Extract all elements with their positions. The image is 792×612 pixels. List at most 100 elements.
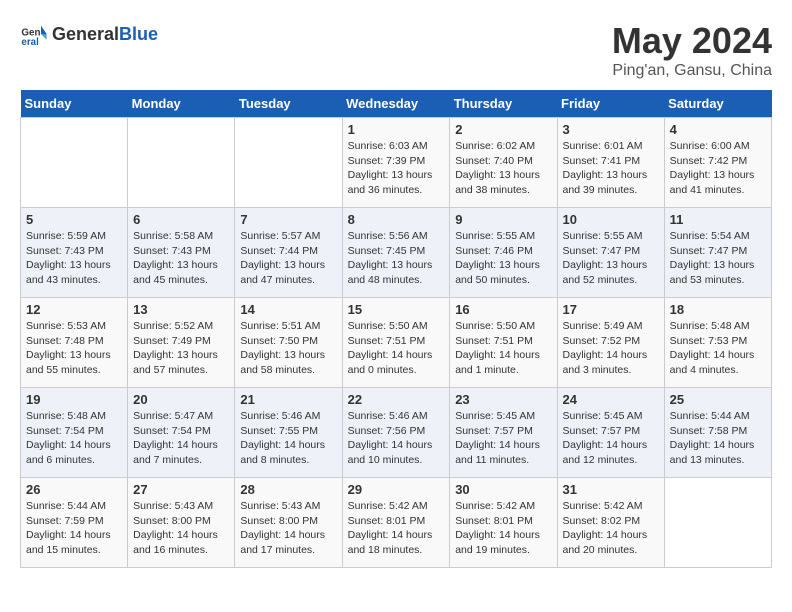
day-info: Sunrise: 5:45 AM Sunset: 7:57 PM Dayligh… [455,409,551,468]
day-number: 8 [348,212,445,227]
day-info: Sunrise: 5:48 AM Sunset: 7:54 PM Dayligh… [26,409,122,468]
calendar-cell: 14Sunrise: 5:51 AM Sunset: 7:50 PM Dayli… [235,298,342,388]
day-number: 14 [240,302,336,317]
calendar-cell: 15Sunrise: 5:50 AM Sunset: 7:51 PM Dayli… [342,298,450,388]
calendar-cell: 1Sunrise: 6:03 AM Sunset: 7:39 PM Daylig… [342,118,450,208]
day-info: Sunrise: 5:42 AM Sunset: 8:02 PM Dayligh… [563,499,659,558]
day-number: 30 [455,482,551,497]
day-info: Sunrise: 5:49 AM Sunset: 7:52 PM Dayligh… [563,319,659,378]
day-number: 29 [348,482,445,497]
calendar-cell: 22 Sunrise: 5:46 AM Sunset: 7:56 PM Dayli… [342,388,450,478]
calendar-cell: 5 Sunrise: 5:59 AM Sunset: 7:43 PM Daylig… [21,208,128,298]
calendar-week-4: 19 Sunrise: 5:48 AM Sunset: 7:54 PM Dayli… [21,388,772,478]
calendar-cell [21,118,128,208]
calendar-cell: 20 Sunrise: 5:47 AM Sunset: 7:54 PM Dayli… [128,388,235,478]
day-number: 20 [133,392,229,407]
day-info: Sunrise: 6:01 AM Sunset: 7:41 PM Dayligh… [563,139,659,198]
day-number: 12 [26,302,122,317]
day-number: 6 [133,212,229,227]
calendar-cell: 8 Sunrise: 5:56 AM Sunset: 7:45 PM Daylig… [342,208,450,298]
day-number: 21 [240,392,336,407]
calendar-cell: 17 Sunrise: 5:49 AM Sunset: 7:52 PM Dayli… [557,298,664,388]
calendar-cell: 12 Sunrise: 5:53 AM Sunset: 7:48 PM Dayli… [21,298,128,388]
day-number: 13 [133,302,229,317]
day-info: Sunrise: 5:53 AM Sunset: 7:48 PM Dayligh… [26,319,122,378]
day-header-tuesday: Tuesday [235,90,342,118]
day-number: 3 [563,122,659,137]
day-info: Sunrise: 5:46 AM Sunset: 7:56 PM Dayligh… [348,409,445,468]
day-header-sunday: Sunday [21,90,128,118]
day-number: 5 [26,212,122,227]
calendar-cell: 28Sunrise: 5:43 AM Sunset: 8:00 PM Dayli… [235,478,342,568]
header: Gen eral GeneralBlue May 2024 Ping'an, G… [20,20,772,80]
calendar-cell: 23 Sunrise: 5:45 AM Sunset: 7:57 PM Dayli… [450,388,557,478]
calendar-week-5: 26 Sunrise: 5:44 AM Sunset: 7:59 PM Dayli… [21,478,772,568]
day-number: 15 [348,302,445,317]
calendar-cell: 18Sunrise: 5:48 AM Sunset: 7:53 PM Dayli… [664,298,771,388]
day-number: 4 [670,122,766,137]
calendar-cell: 29 Sunrise: 5:42 AM Sunset: 8:01 PM Dayli… [342,478,450,568]
day-info: Sunrise: 5:42 AM Sunset: 8:01 PM Dayligh… [348,499,445,558]
day-info: Sunrise: 5:46 AM Sunset: 7:55 PM Dayligh… [240,409,336,468]
day-info: Sunrise: 5:45 AM Sunset: 7:57 PM Dayligh… [563,409,659,468]
calendar-cell: 25 Sunrise: 5:44 AM Sunset: 7:58 PM Dayli… [664,388,771,478]
day-info: Sunrise: 5:44 AM Sunset: 7:58 PM Dayligh… [670,409,766,468]
day-info: Sunrise: 5:47 AM Sunset: 7:54 PM Dayligh… [133,409,229,468]
day-number: 18 [670,302,766,317]
svg-text:eral: eral [21,37,39,48]
day-info: Sunrise: 5:55 AM Sunset: 7:47 PM Dayligh… [563,229,659,288]
day-header-wednesday: Wednesday [342,90,450,118]
day-info: Sunrise: 6:02 AM Sunset: 7:40 PM Dayligh… [455,139,551,198]
subtitle: Ping'an, Gansu, China [612,62,772,80]
day-info: Sunrise: 5:44 AM Sunset: 7:59 PM Dayligh… [26,499,122,558]
title-area: May 2024 Ping'an, Gansu, China [612,20,772,80]
day-info: Sunrise: 5:54 AM Sunset: 7:47 PM Dayligh… [670,229,766,288]
day-number: 10 [563,212,659,227]
day-number: 31 [563,482,659,497]
calendar-cell: 27Sunrise: 5:43 AM Sunset: 8:00 PM Dayli… [128,478,235,568]
day-info: Sunrise: 5:55 AM Sunset: 7:46 PM Dayligh… [455,229,551,288]
logo-icon: Gen eral [20,20,48,48]
day-number: 17 [563,302,659,317]
day-header-friday: Friday [557,90,664,118]
day-info: Sunrise: 5:59 AM Sunset: 7:43 PM Dayligh… [26,229,122,288]
calendar-cell: 7Sunrise: 5:57 AM Sunset: 7:44 PM Daylig… [235,208,342,298]
day-info: Sunrise: 5:52 AM Sunset: 7:49 PM Dayligh… [133,319,229,378]
day-number: 23 [455,392,551,407]
day-info: Sunrise: 5:50 AM Sunset: 7:51 PM Dayligh… [455,319,551,378]
day-header-monday: Monday [128,90,235,118]
day-number: 19 [26,392,122,407]
calendar-week-1: 1Sunrise: 6:03 AM Sunset: 7:39 PM Daylig… [21,118,772,208]
day-info: Sunrise: 6:03 AM Sunset: 7:39 PM Dayligh… [348,139,445,198]
logo: Gen eral GeneralBlue [20,20,158,48]
day-info: Sunrise: 5:58 AM Sunset: 7:43 PM Dayligh… [133,229,229,288]
logo-text-blue: Blue [119,24,158,44]
day-number: 9 [455,212,551,227]
day-info: Sunrise: 5:42 AM Sunset: 8:01 PM Dayligh… [455,499,551,558]
calendar: SundayMondayTuesdayWednesdayThursdayFrid… [20,90,772,568]
day-number: 11 [670,212,766,227]
calendar-cell [235,118,342,208]
day-header-thursday: Thursday [450,90,557,118]
day-number: 25 [670,392,766,407]
calendar-cell [664,478,771,568]
calendar-cell [128,118,235,208]
calendar-body: 1Sunrise: 6:03 AM Sunset: 7:39 PM Daylig… [21,118,772,568]
calendar-cell: 9 Sunrise: 5:55 AM Sunset: 7:46 PM Daylig… [450,208,557,298]
main-title: May 2024 [612,20,772,62]
day-info: Sunrise: 6:00 AM Sunset: 7:42 PM Dayligh… [670,139,766,198]
day-number: 7 [240,212,336,227]
day-info: Sunrise: 5:43 AM Sunset: 8:00 PM Dayligh… [133,499,229,558]
day-number: 16 [455,302,551,317]
calendar-cell: 10 Sunrise: 5:55 AM Sunset: 7:47 PM Dayli… [557,208,664,298]
calendar-cell: 16 Sunrise: 5:50 AM Sunset: 7:51 PM Dayli… [450,298,557,388]
logo-text-general: General [52,24,119,44]
day-number: 26 [26,482,122,497]
calendar-week-2: 5 Sunrise: 5:59 AM Sunset: 7:43 PM Daylig… [21,208,772,298]
calendar-cell: 3 Sunrise: 6:01 AM Sunset: 7:41 PM Daylig… [557,118,664,208]
day-info: Sunrise: 5:56 AM Sunset: 7:45 PM Dayligh… [348,229,445,288]
calendar-cell: 30 Sunrise: 5:42 AM Sunset: 8:01 PM Dayli… [450,478,557,568]
calendar-header-row: SundayMondayTuesdayWednesdayThursdayFrid… [21,90,772,118]
day-number: 22 [348,392,445,407]
calendar-cell: 13 Sunrise: 5:52 AM Sunset: 7:49 PM Dayli… [128,298,235,388]
